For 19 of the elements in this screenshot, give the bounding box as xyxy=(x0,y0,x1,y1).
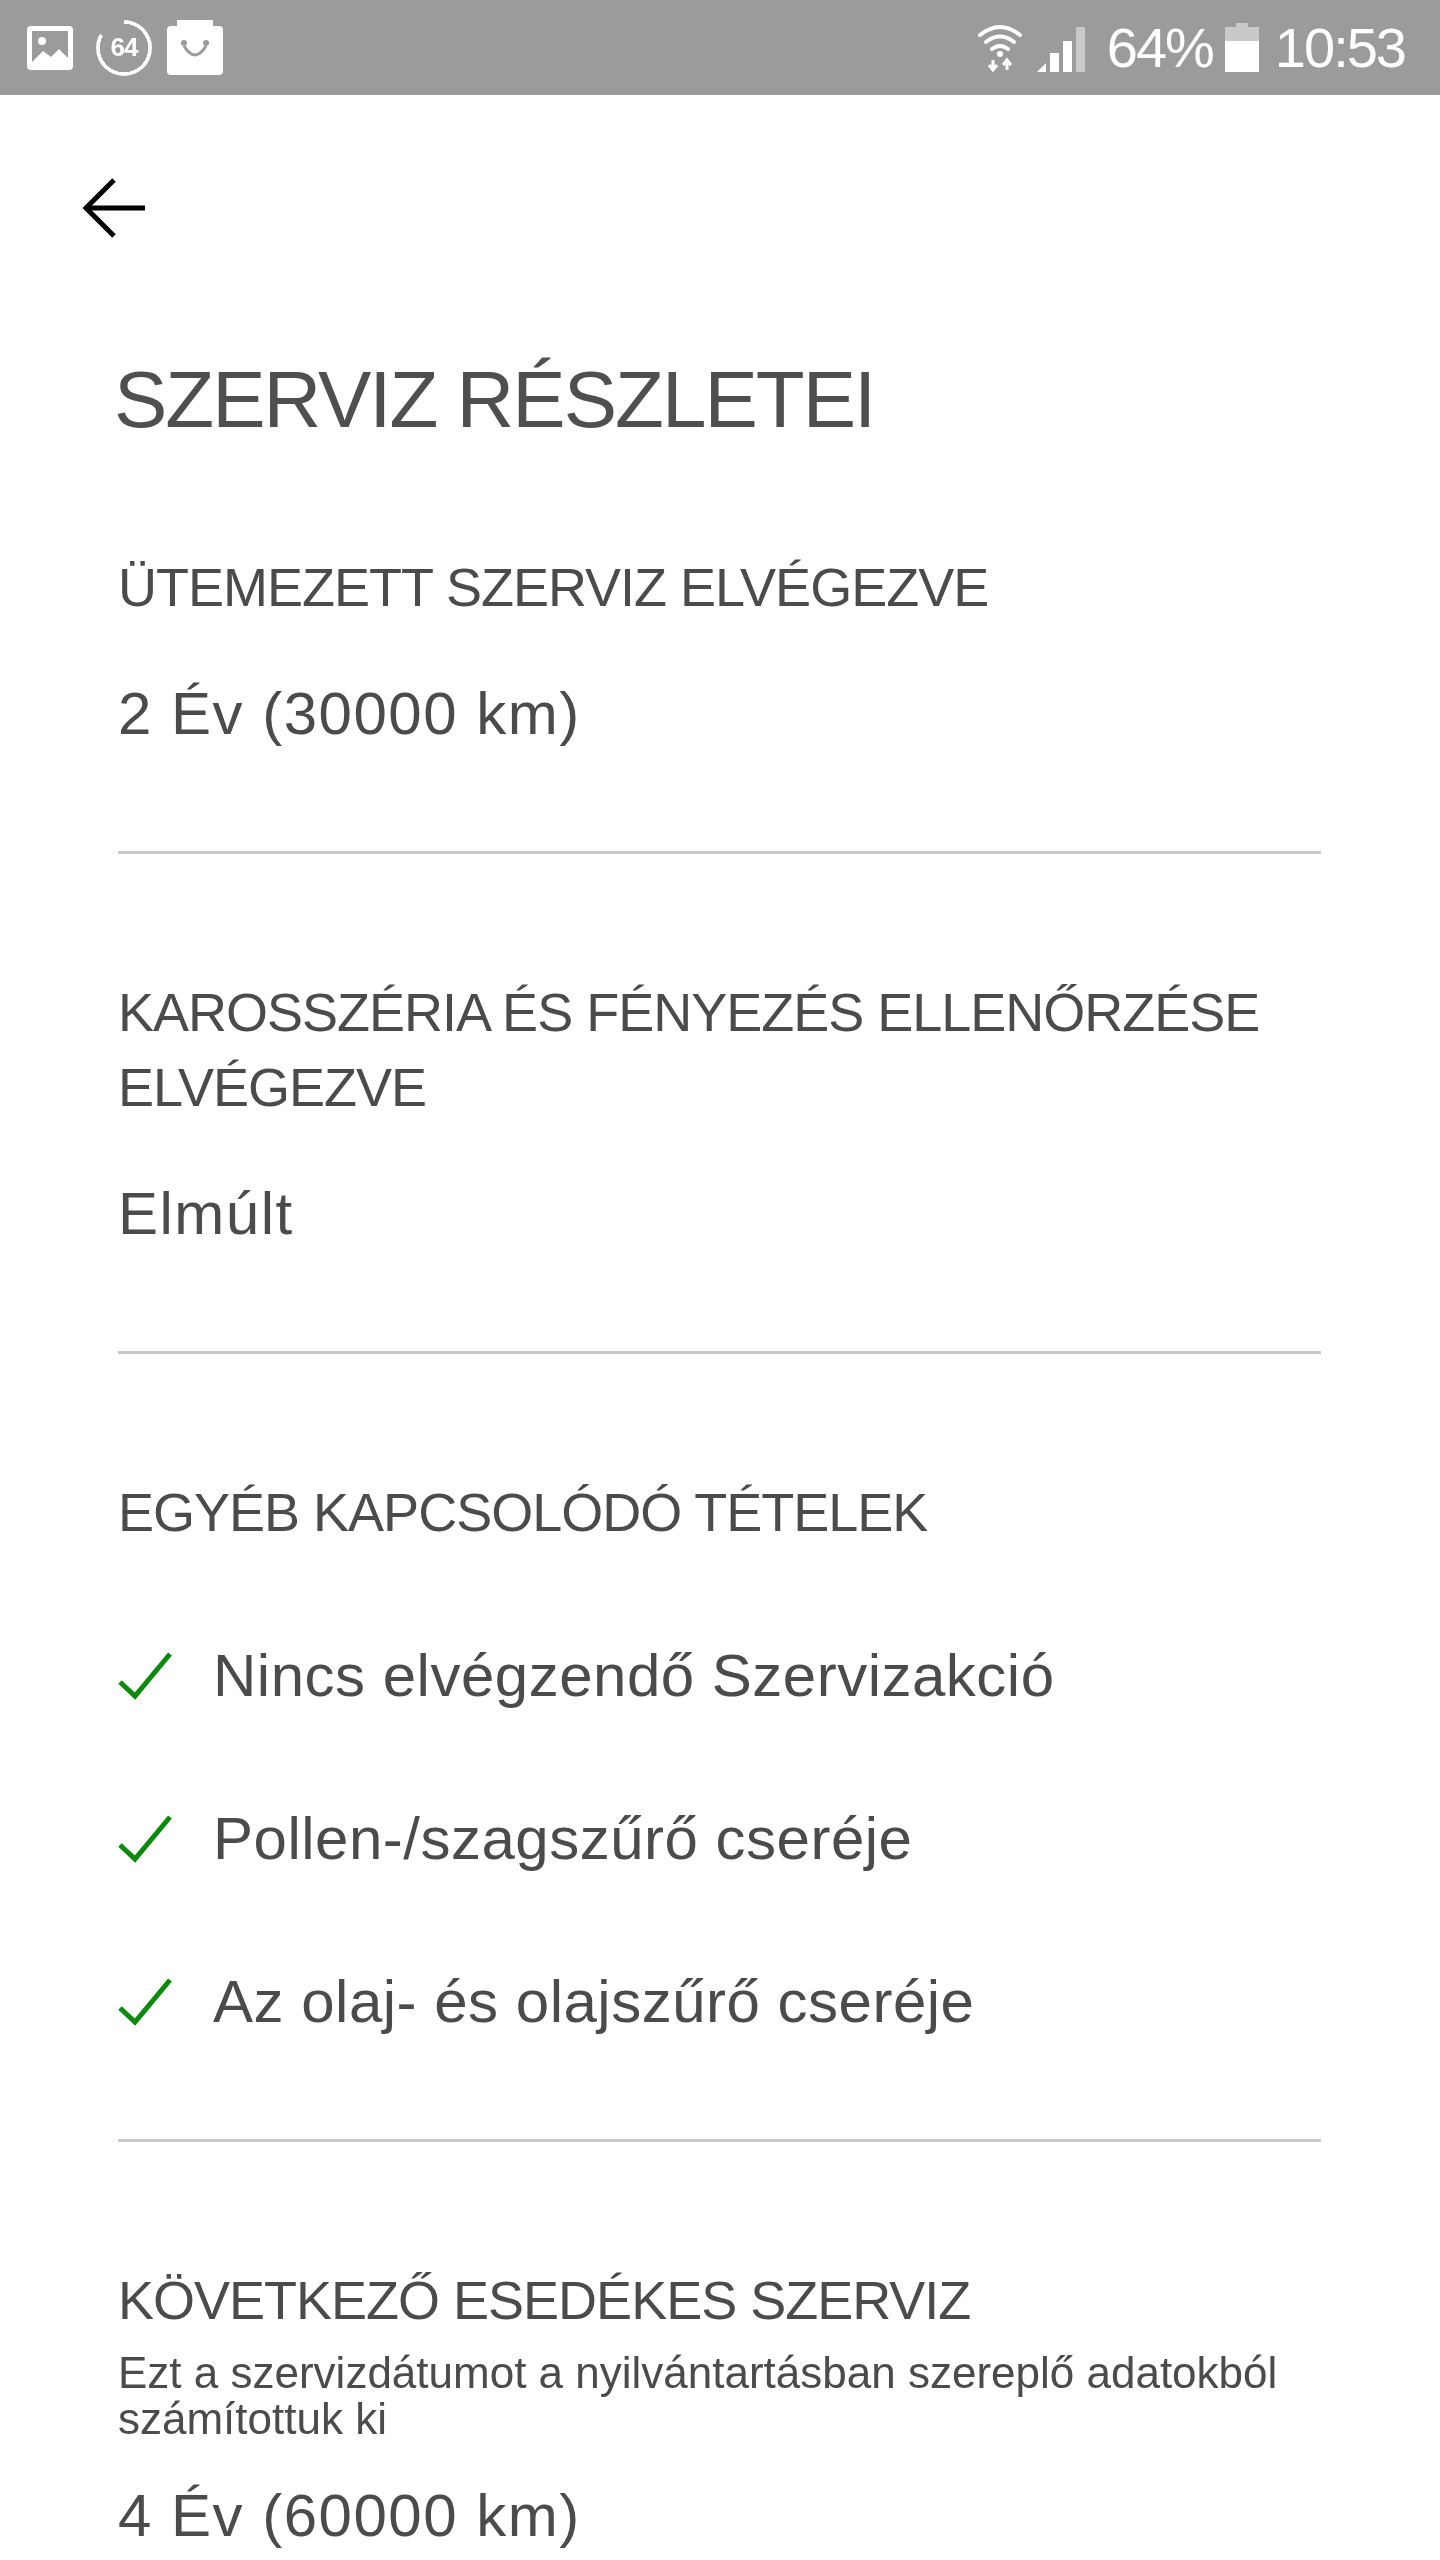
checklist-label: Az olaj- és olajszűrő cseréje xyxy=(213,1967,975,2037)
image-icon xyxy=(27,25,73,70)
section-value: Elmúlt xyxy=(118,1179,294,1249)
clock-time: 10:53 xyxy=(1274,17,1405,78)
section-heading: ÜTEMEZETT SZERVIZ ELVÉGEZVE xyxy=(118,556,990,619)
section-value: 2 Év (30000 km) xyxy=(118,679,581,749)
section-value: 4 Év (60000 km) xyxy=(118,2486,581,2546)
wifi-icon xyxy=(976,23,1023,72)
section-note: Ezt a szervizdátumot a nyilvántartásban szereplő adatokból számítottuk ki xyxy=(118,2350,1279,2442)
section-heading: EGYÉB KAPCSOLÓDÓ TÉTELEK xyxy=(118,1481,929,1544)
checklist-label: Nincs elvégzendő Szervizakció xyxy=(213,1641,1055,1711)
battery-icon xyxy=(1224,23,1259,72)
checklist-label: Pollen-/szagszűrő cseréje xyxy=(213,1804,913,1874)
count-badge: 64 xyxy=(96,19,152,76)
battery-percent: 64% xyxy=(1106,17,1213,78)
section-heading: KAROSSZÉRIA ÉS FÉNYEZÉS ELLENŐRZÉSE ELVÉGEZVE xyxy=(118,981,1261,1119)
back-button[interactable] xyxy=(81,176,145,240)
section-heading: KÖVETKEZŐ ESEDÉKES SZERVIZ xyxy=(118,2269,972,2332)
bag-icon xyxy=(167,20,223,75)
